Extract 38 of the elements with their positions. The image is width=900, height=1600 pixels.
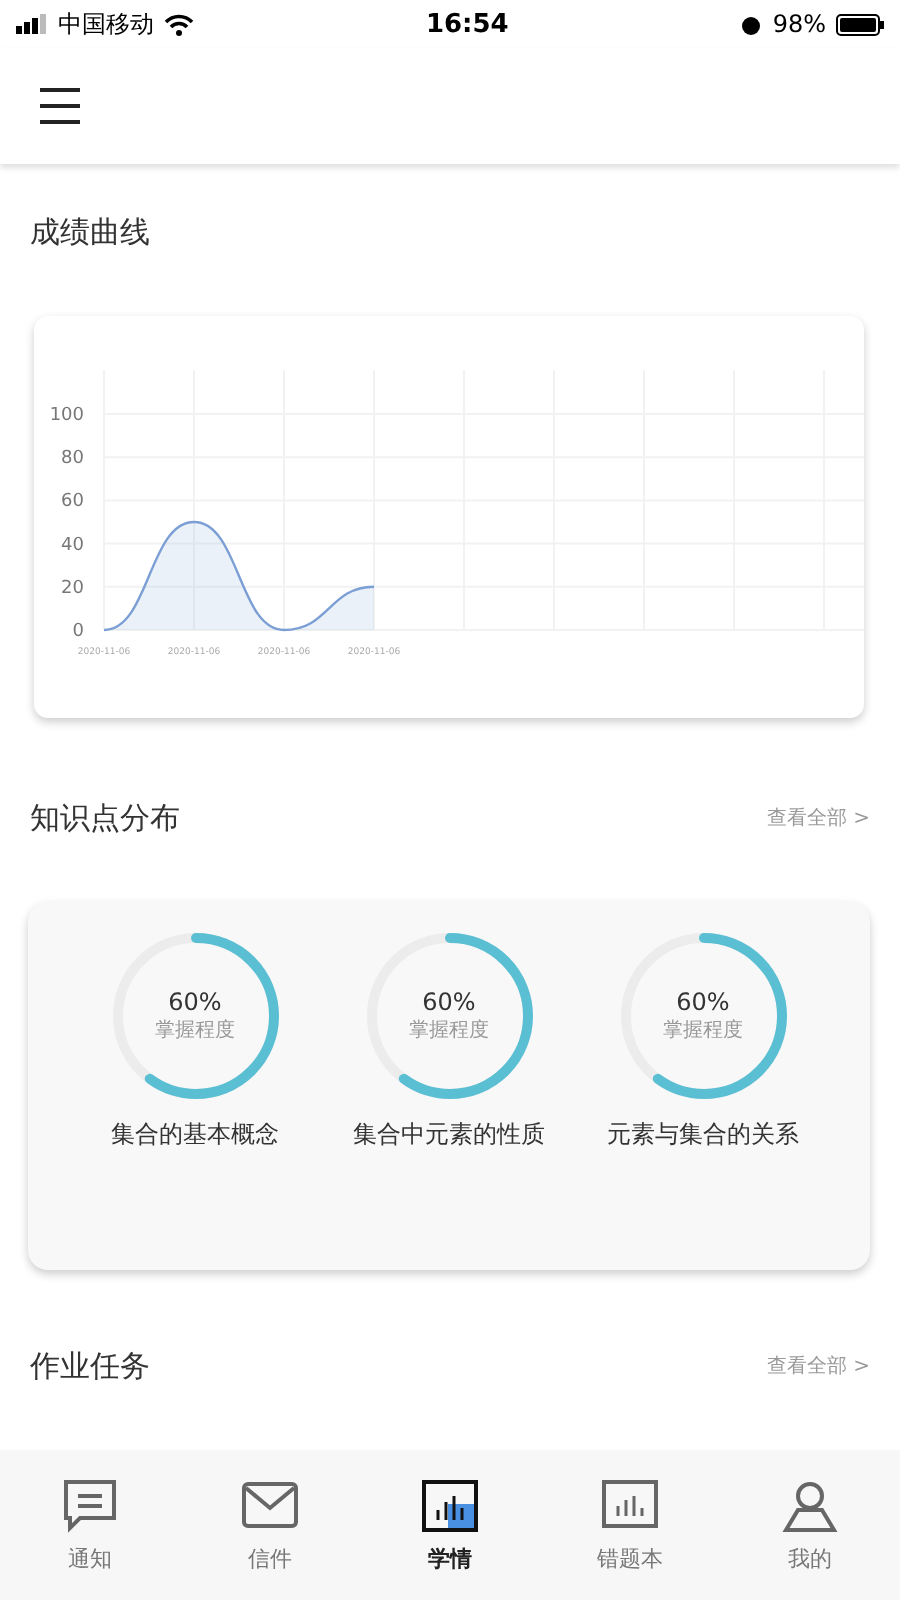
mastery-label: 掌握程度 (155, 1017, 235, 1044)
axis-label: 40 (61, 535, 84, 556)
mastery-label: 掌握程度 (409, 1017, 489, 1044)
axis-label: 60 (61, 492, 84, 513)
section-title: 成绩曲线 (30, 213, 150, 251)
percent-value: 60% (676, 988, 730, 1016)
clock-time: 16:54 (425, 9, 509, 39)
section-title: 作业任务 (30, 1347, 150, 1385)
axis-label: 20 (61, 578, 84, 599)
message-icon (60, 1477, 120, 1533)
tab[interactable]: 学情 (360, 1450, 540, 1600)
battery-percent: 98% (772, 10, 826, 38)
topic-name: 集合中元素的性质 (353, 1118, 545, 1152)
axis-label: 80 (61, 449, 84, 470)
tab[interactable]: 信件 (180, 1450, 360, 1600)
axis-label: 0 (72, 622, 84, 642)
bar-chart-icon (420, 1477, 480, 1533)
tab[interactable]: 我的 (720, 1450, 900, 1600)
topic-name: 集合的基本概念 (111, 1118, 279, 1152)
view-all-link[interactable]: 查看全部 > (766, 804, 870, 832)
axis-label: 100 (49, 406, 84, 426)
tab[interactable]: 通知 (0, 1450, 180, 1600)
tab[interactable]: 错题本 (540, 1450, 720, 1600)
view-all-link[interactable]: 查看全部 > (766, 1352, 870, 1380)
battery-icon (836, 13, 884, 35)
alarm-icon (740, 13, 763, 35)
percent-value: 60% (422, 988, 476, 1016)
menu-button[interactable] (36, 86, 84, 126)
wifi-icon (164, 13, 194, 35)
bar-chart-icon (600, 1477, 660, 1533)
user-icon (780, 1477, 840, 1533)
signal-icon (16, 14, 48, 34)
percent-value: 60% (168, 988, 222, 1016)
topic-name: 元素与集合的关系 (607, 1118, 799, 1152)
mastery-label: 掌握程度 (663, 1017, 743, 1044)
carrier-name: 中国移动 (58, 7, 154, 41)
section-title: 知识点分布 (30, 799, 180, 837)
mail-icon (240, 1477, 300, 1533)
